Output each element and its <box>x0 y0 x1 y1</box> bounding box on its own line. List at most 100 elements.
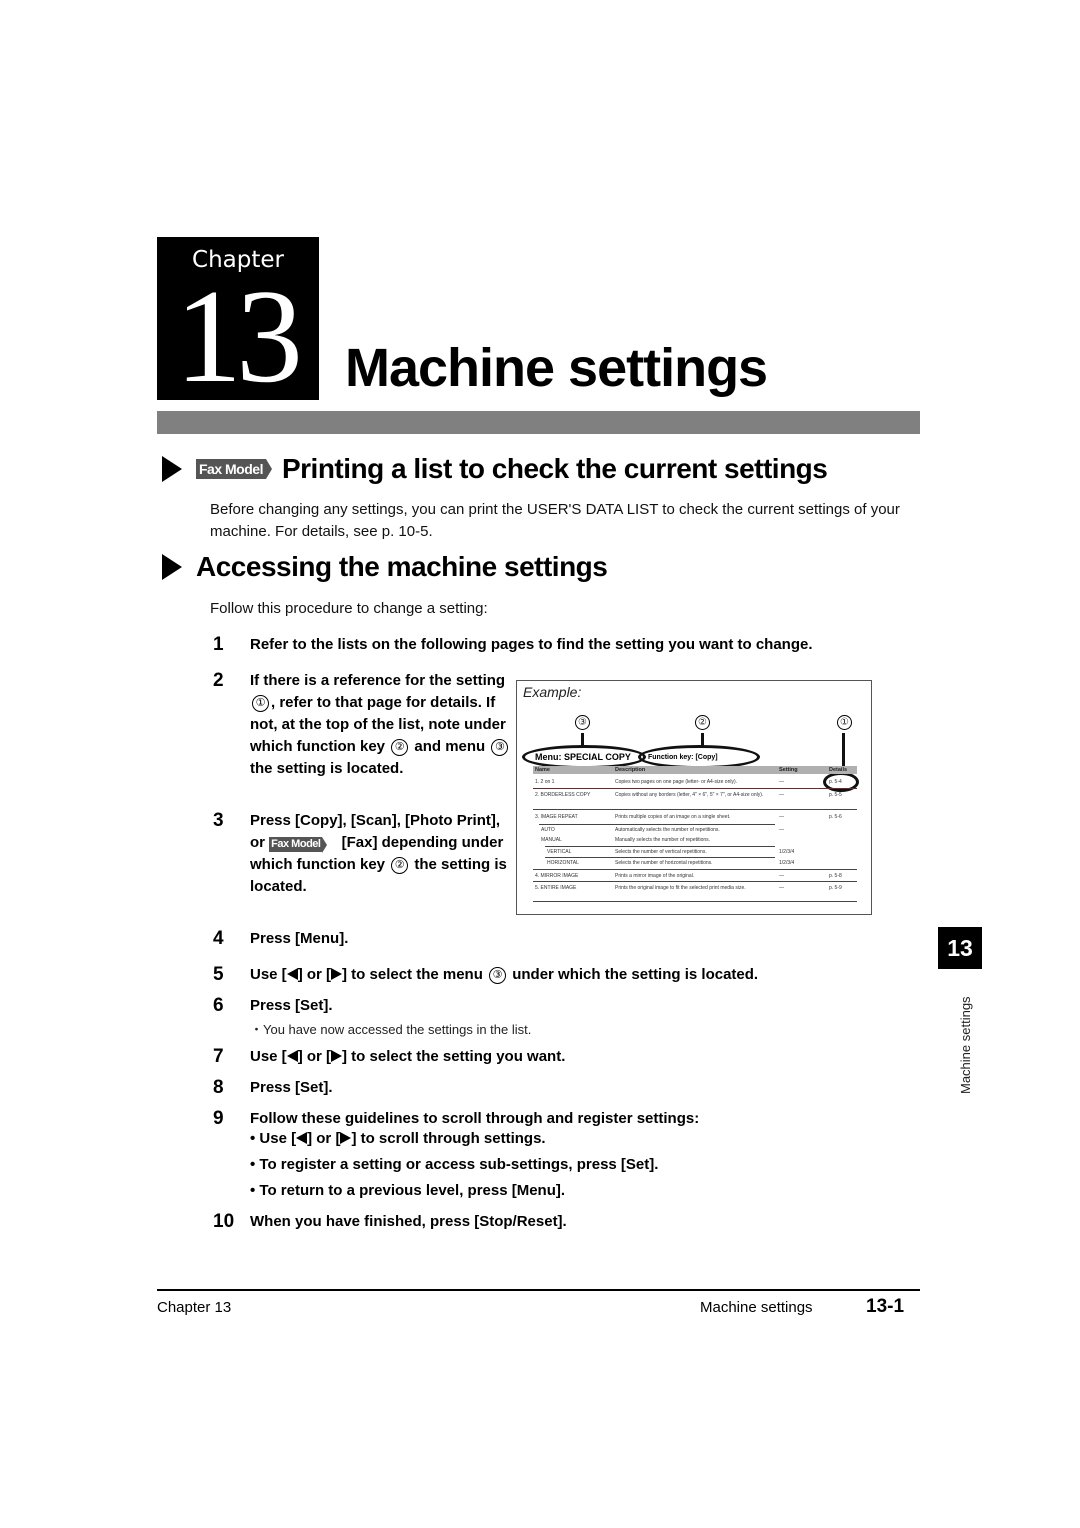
callout-1: ① <box>835 714 854 730</box>
example-cell-setting: — <box>779 792 784 798</box>
example-cell-name: 1. 2 on 1 <box>535 779 555 785</box>
section-body: Before changing any settings, you can pr… <box>210 501 900 540</box>
footer-rule <box>157 1289 920 1291</box>
step-number: 5 <box>213 964 224 985</box>
example-cell-details: p. 5-8 <box>829 873 842 879</box>
fax-model-badge-icon: Fax Model <box>196 459 272 479</box>
circled-3-icon: ③ <box>491 739 509 756</box>
example-cell-setting: — <box>779 873 784 879</box>
example-cell-desc: Prints the original image to fit the sel… <box>615 885 746 891</box>
example-cell-setting: — <box>779 779 784 785</box>
chapter-title: Machine settings <box>345 338 768 398</box>
example-cell-details: p. 5-4 <box>829 779 842 785</box>
fax-model-badge-icon: Fax Model <box>269 836 328 853</box>
triangle-bullet-icon <box>162 554 182 580</box>
section-title: Printing a list to check the current set… <box>281 453 828 484</box>
section-heading-print-list: Fax Model Printing a list to check the c… <box>162 453 828 485</box>
example-cell-setting: 1/2/3/4 <box>779 860 795 866</box>
example-cell-name: MANUAL <box>541 837 562 843</box>
example-cell-desc: Copies without any borders (letter, 4" ×… <box>615 792 764 798</box>
example-cell-desc: Selects the number of horizontal repetit… <box>615 860 713 866</box>
triangle-bullet-icon <box>162 456 182 482</box>
right-arrow-icon <box>340 1132 352 1144</box>
left-arrow-icon <box>286 968 298 980</box>
step-9-bullet-3: • To return to a previous level, press [… <box>250 1182 566 1199</box>
callout-2: ② <box>693 714 712 730</box>
section-title: Accessing the machine settings <box>196 551 608 582</box>
example-row-divider <box>533 881 857 882</box>
step-text: Press [Copy], [Scan], [Photo Print], or … <box>250 812 507 895</box>
example-row-divider <box>533 809 857 810</box>
step-number: 7 <box>213 1046 224 1067</box>
step-number: 8 <box>213 1077 224 1098</box>
step-text: Refer to the lists on the following page… <box>250 636 813 653</box>
page-number: 13-1 <box>866 1296 905 1317</box>
example-row-divider <box>533 901 857 902</box>
chapter-number: 13 <box>175 262 303 410</box>
example-cell-setting: — <box>779 885 784 891</box>
step-text: Use [] or [] to select the setting you w… <box>250 1048 566 1065</box>
example-row-divider <box>545 857 775 858</box>
example-cell-setting: 1/2/3/4 <box>779 849 795 855</box>
right-arrow-icon <box>331 1050 343 1062</box>
step-9-bullet-2: • To register a setting or access sub-se… <box>250 1156 659 1173</box>
example-cell-setting: — <box>779 814 784 820</box>
example-cell-name: 4. MIRROR IMAGE <box>535 873 579 879</box>
example-cell-name: HORIZONTAL <box>547 860 579 866</box>
circled-2-icon: ② <box>391 739 409 756</box>
circled-2-icon: ② <box>391 857 409 874</box>
example-row-divider <box>545 846 775 847</box>
right-arrow-icon <box>331 968 343 980</box>
left-arrow-icon <box>296 1132 308 1144</box>
circled-1-icon: ① <box>252 695 269 712</box>
step-number: 4 <box>213 928 224 949</box>
example-cell-desc: Prints a mirror image of the original. <box>615 873 695 879</box>
example-cell-name: 2. BORDERLESS COPY <box>535 792 591 798</box>
example-row-divider <box>539 824 775 825</box>
circled-3-icon: ③ <box>489 967 507 984</box>
example-cell-setting: — <box>779 827 784 833</box>
example-figure: Example: ③ ② ① Menu: SPECIAL COPY Functi… <box>516 680 872 915</box>
example-cell-desc: Automatically selects the number of repe… <box>615 827 720 833</box>
example-cell-name: VERTICAL <box>547 849 572 855</box>
footer-section: Machine settings <box>700 1299 813 1316</box>
step-text: If there is a reference for the setting … <box>250 670 512 780</box>
example-label: Example: <box>523 684 582 700</box>
step-number: 9 <box>213 1108 224 1129</box>
example-cell-desc: Selects the number of vertical repetitio… <box>615 849 707 855</box>
step-number: 10 <box>213 1211 235 1232</box>
step-9-bullet-1: • Use [] or [] to scroll through setting… <box>250 1130 546 1147</box>
step-text: Press [Menu]. <box>250 930 349 947</box>
chapter-side-tab[interactable]: 13 <box>938 927 982 969</box>
example-cell-desc: Prints multiple copies of an image on a … <box>615 814 731 820</box>
example-cell-desc: Manually selects the number of repetitio… <box>615 837 711 843</box>
example-cell-name: 3. IMAGE REPEAT <box>535 814 578 820</box>
example-cell-name: AUTO <box>541 827 555 833</box>
section-intro: Follow this procedure to change a settin… <box>210 600 488 617</box>
title-underline-bar <box>157 411 920 434</box>
example-menu-title: Menu: SPECIAL COPY <box>535 752 631 762</box>
step-text: Press [Set]. <box>250 997 333 1014</box>
step-number: 6 <box>213 995 224 1016</box>
example-cell-details: p. 5-9 <box>829 885 842 891</box>
example-table-header: Name Description Setting Details <box>533 766 857 774</box>
step-6-note: ・You have now accessed the settings in t… <box>250 1022 532 1037</box>
chapter-badge: Chapter 13 <box>157 237 319 410</box>
step-number: 1 <box>213 634 224 655</box>
step-text: Use [] or [] to select the menu ③ under … <box>250 966 759 984</box>
step-text: Press [Set]. <box>250 1079 333 1096</box>
step-number: 2 <box>213 670 224 691</box>
step-text: When you have finished, press [Stop/Rese… <box>250 1213 567 1230</box>
example-cell-details: p. 5-6 <box>829 814 842 820</box>
fax-model-badge-label: Fax Model <box>196 459 266 479</box>
footer-chapter: Chapter 13 <box>157 1299 232 1316</box>
example-row-divider <box>533 788 857 789</box>
callout-3: ③ <box>573 714 592 730</box>
step-text: Follow these guidelines to scroll throug… <box>250 1110 700 1127</box>
left-arrow-icon <box>286 1050 298 1062</box>
step-number: 3 <box>213 810 224 831</box>
example-function-key: Function key: [Copy] <box>648 754 718 761</box>
example-cell-name: 5. ENTIRE IMAGE <box>535 885 577 891</box>
chapter-side-label: Machine settings <box>958 996 973 1094</box>
example-cell-desc: Copies two pages on one page (letter- or… <box>615 779 738 785</box>
